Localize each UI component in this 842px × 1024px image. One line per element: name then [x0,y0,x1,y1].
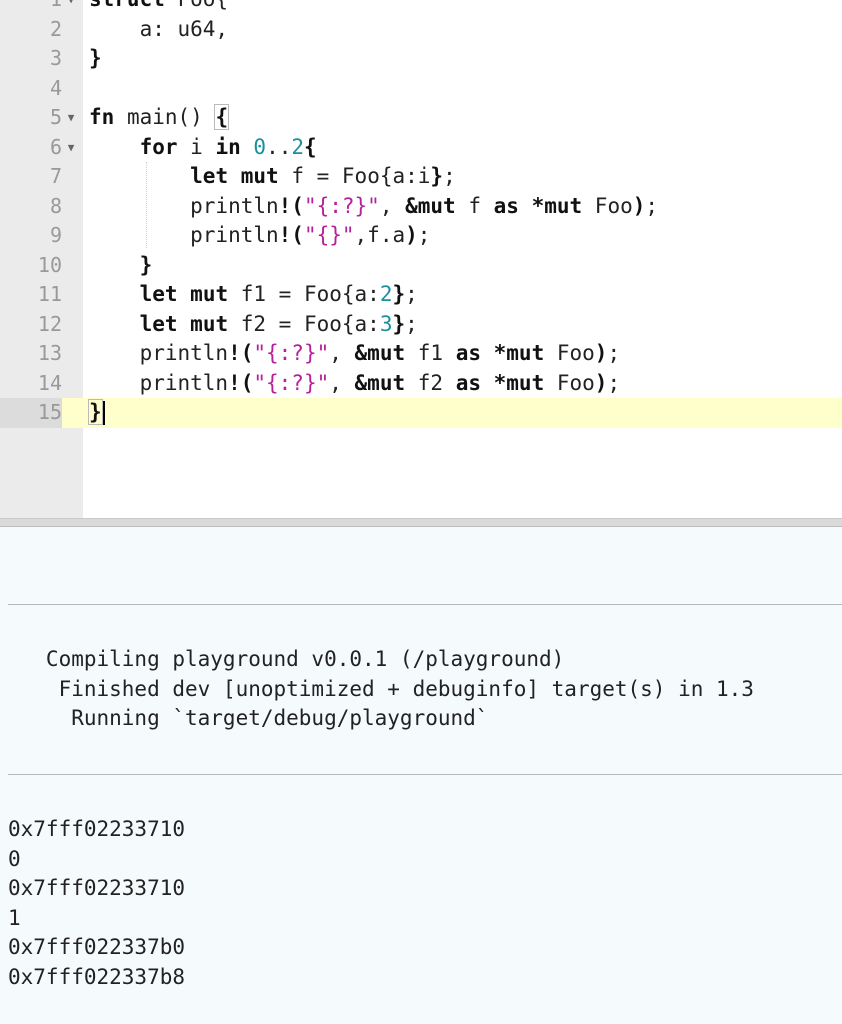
gutter-cell: 6 ▼ [0,133,83,163]
code-line[interactable]: 6 ▼ for i in 0..2{ [0,133,842,163]
line-number: 1 [0,0,62,15]
output-divider-bottom [8,774,842,775]
gutter-cell: 3 [0,44,83,74]
code-line[interactable]: 10 } [0,251,842,281]
gutter-cell: 10 [0,251,83,281]
code-line[interactable]: 11 let mut f1 = Foo{a:2}; [0,280,842,310]
pane-splitter-handle[interactable] [0,518,842,527]
code-line[interactable]: 8 println!("{:?}", &mut f as *mut Foo); [0,192,842,222]
stdout-line: 0x7fff02233710 [8,817,186,841]
gutter-cell: 11 [0,280,83,310]
gutter-cell: 5 ▼ [0,103,83,133]
build-log-line: Compiling playground v0.0.1 (/playground… [8,647,565,671]
gutter-cell: 15 [0,398,83,428]
code-line[interactable]: 13 println!("{:?}", &mut f1 as *mut Foo)… [0,339,842,369]
code-line[interactable]: 15} [0,398,842,428]
code-line[interactable]: 1▼ struct Foo{ [0,0,842,15]
stdout-line: 0x7fff022337b8 [8,964,186,989]
line-number: 7 [49,164,62,188]
line-number: 6 [49,134,62,159]
build-log-line: Running `target/debug/playground` [8,706,489,730]
code-line[interactable]: 5 ▼ fn main() { [0,103,842,133]
gutter-cell: 8 [0,192,83,222]
line-number: 13 [37,341,62,365]
code-line[interactable]: 7 let mut f = Foo{a:i}; [0,162,842,192]
code-text[interactable]: struct Foo{ [89,0,228,15]
output-panel: Compiling playground v0.0.1 (/playground… [0,528,842,1024]
code-line[interactable]: 12 let mut f2 = Foo{a:3}; [0,310,842,340]
gutter-cell: 13 [0,339,83,369]
line-number: 11 [37,282,62,306]
stdout-line: 0 [8,846,21,871]
line-number: 5 [49,105,62,129]
stdout-line: 1 [8,905,21,930]
code-line[interactable]: 3} [0,44,842,74]
line-number: 2 [49,16,62,41]
code-editor[interactable]: 1▼struct Foo{2 a: u64,3}45▼fn main() {6▼… [0,0,842,518]
gutter-cell: 9 [0,221,83,251]
code-text[interactable]: } [88,398,105,428]
line-number: 14 [37,370,62,395]
stdout-line: 0x7fff02233710 [8,876,186,900]
line-number: 4 [49,75,62,100]
code-text[interactable]: println!("{:?}", &mut f2 as *mut Foo); [89,369,621,399]
code-text[interactable]: a: u64, [89,15,229,45]
code-text[interactable]: println!("{}",f.a); [89,221,430,251]
line-number: 3 [49,46,62,70]
line-number: 10 [37,252,62,277]
code-line[interactable]: 9 println!("{}",f.a); [0,221,842,251]
gutter-cell: 7 [0,162,83,192]
fold-arrow-icon[interactable]: ▼ [64,133,78,163]
gutter-cell: 14 [0,369,83,399]
code-line[interactable]: 2 a: u64, [0,15,842,45]
code-line[interactable]: 14 println!("{:?}", &mut f2 as *mut Foo)… [0,369,842,399]
line-number: 12 [37,311,62,336]
code-text[interactable]: println!("{:?}", &mut f1 as *mut Foo); [89,339,621,369]
code-text[interactable]: let mut f = Foo{a:i}; [89,162,456,192]
gutter-cell: 12 [0,310,83,340]
line-number: 8 [49,193,62,218]
gutter-cell: 1▼ [0,0,83,15]
code-text[interactable]: println!("{:?}", &mut f as *mut Foo); [89,192,658,222]
code-text[interactable]: } [89,44,102,74]
code-text[interactable]: fn main() { [89,103,230,133]
fold-arrow-icon[interactable]: ▼ [64,103,78,133]
stdout-line: 0x7fff022337b0 [8,935,186,959]
build-log-line: Finished dev [unoptimized + debuginfo] t… [8,676,754,701]
code-text[interactable]: let mut f2 = Foo{a:3}; [89,310,418,340]
code-line[interactable]: 4 [0,74,842,104]
code-text[interactable]: } [89,251,153,281]
line-number: 15 [0,398,62,428]
code-text[interactable]: let mut f1 = Foo{a:2}; [89,280,418,310]
fold-arrow-icon[interactable]: ▼ [64,0,78,15]
gutter-cell: 2 [0,15,83,45]
line-number: 9 [49,223,62,247]
output-divider-top [8,604,842,605]
gutter-cell: 4 [0,74,83,104]
code-text[interactable]: for i in 0..2{ [89,133,317,163]
